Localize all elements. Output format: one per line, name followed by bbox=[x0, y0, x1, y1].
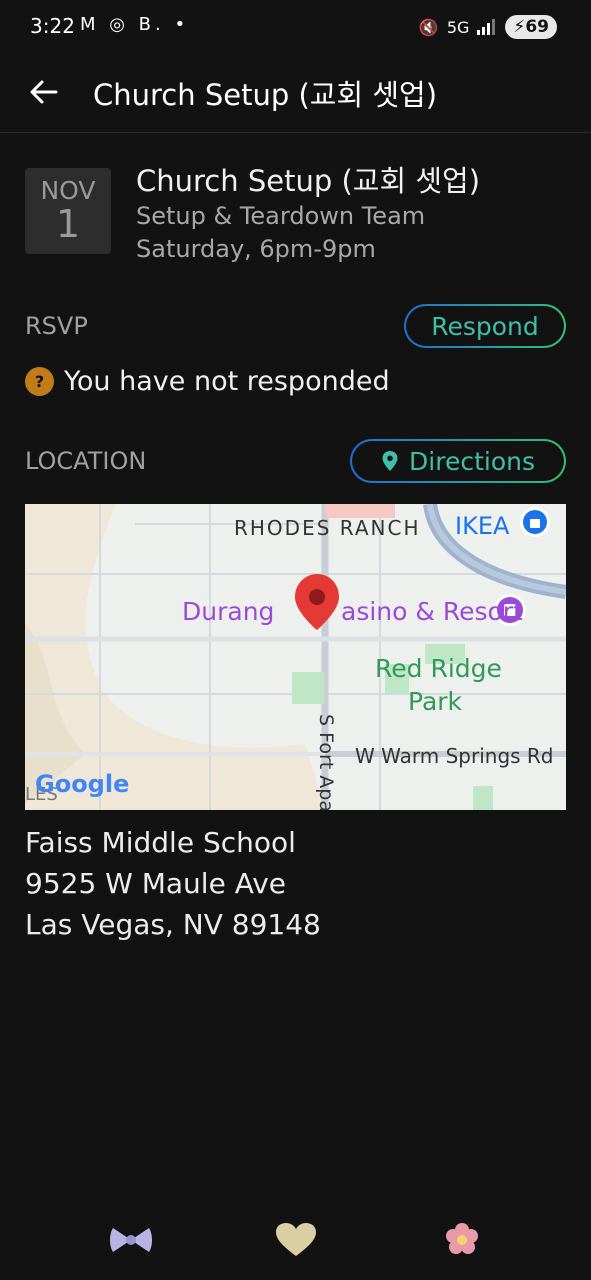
date-month: NOV bbox=[40, 176, 96, 205]
rsvp-status-text: You have not responded bbox=[64, 366, 390, 397]
battery-level: 69 bbox=[525, 17, 549, 37]
status-right: 🔇 5G ⚡69 bbox=[419, 14, 557, 40]
map-label-park: Park bbox=[408, 687, 463, 716]
map-label-ikea: IKEA bbox=[455, 512, 510, 540]
rsvp-label: RSVP bbox=[25, 312, 88, 340]
status-time: 3:22 bbox=[30, 14, 75, 38]
map-label-casino-part1: Durang bbox=[182, 597, 275, 626]
address-line-3: Las Vegas, NV 89148 bbox=[25, 908, 321, 941]
respond-button[interactable]: Respond bbox=[404, 304, 566, 348]
location-map[interactable]: RHODES RANCH IKEA Durang asino & Resort … bbox=[25, 504, 566, 810]
map-pin-icon bbox=[295, 574, 339, 630]
event-title: Church Setup (교회 셋업) bbox=[136, 164, 481, 198]
google-logo: Google bbox=[35, 770, 130, 798]
location-pin-icon bbox=[382, 451, 398, 471]
map-label-warm-springs: W Warm Springs Rd bbox=[355, 744, 554, 768]
page-title: Church Setup (교회 셋업) bbox=[93, 78, 438, 112]
app-bar: Church Setup (교회 셋업) bbox=[0, 56, 591, 133]
directions-button-label: Directions bbox=[409, 446, 535, 476]
date-badge: NOV 1 bbox=[25, 168, 111, 254]
notification-icons: M ◎ B. • bbox=[80, 14, 190, 35]
map-label-rhodes-ranch: RHODES RANCH bbox=[234, 516, 421, 540]
battery-badge: ⚡69 bbox=[505, 15, 557, 39]
bow-icon bbox=[110, 1228, 152, 1252]
flower-icon bbox=[446, 1223, 478, 1254]
map-label-casino-part2: asino & Resort bbox=[341, 597, 523, 626]
mute-icon: 🔇 bbox=[418, 17, 439, 37]
map-label-fort-apache: S Fort Apa bbox=[315, 714, 337, 810]
location-label: LOCATION bbox=[25, 447, 147, 475]
back-arrow-icon[interactable] bbox=[26, 74, 62, 110]
address-line-1: Faiss Middle School bbox=[25, 826, 296, 859]
respond-button-label: Respond bbox=[431, 311, 539, 341]
event-time: Saturday, 6pm-9pm bbox=[136, 235, 376, 263]
question-icon: ? bbox=[25, 367, 54, 396]
event-team: Setup & Teardown Team bbox=[136, 202, 426, 230]
map-label-red-ridge: Red Ridge bbox=[375, 654, 502, 683]
directions-button[interactable]: Directions bbox=[350, 439, 566, 483]
heart-icon bbox=[276, 1223, 316, 1256]
address-line-2: 9525 W Maule Ave bbox=[25, 867, 287, 900]
date-day: 1 bbox=[55, 202, 81, 246]
signal-icon bbox=[477, 19, 496, 35]
network-label: 5G bbox=[446, 17, 470, 37]
status-bar: 3:22 M ◎ B. • 🔇 5G ⚡69 bbox=[0, 0, 591, 56]
rsvp-status: ? You have not responded bbox=[25, 366, 390, 397]
